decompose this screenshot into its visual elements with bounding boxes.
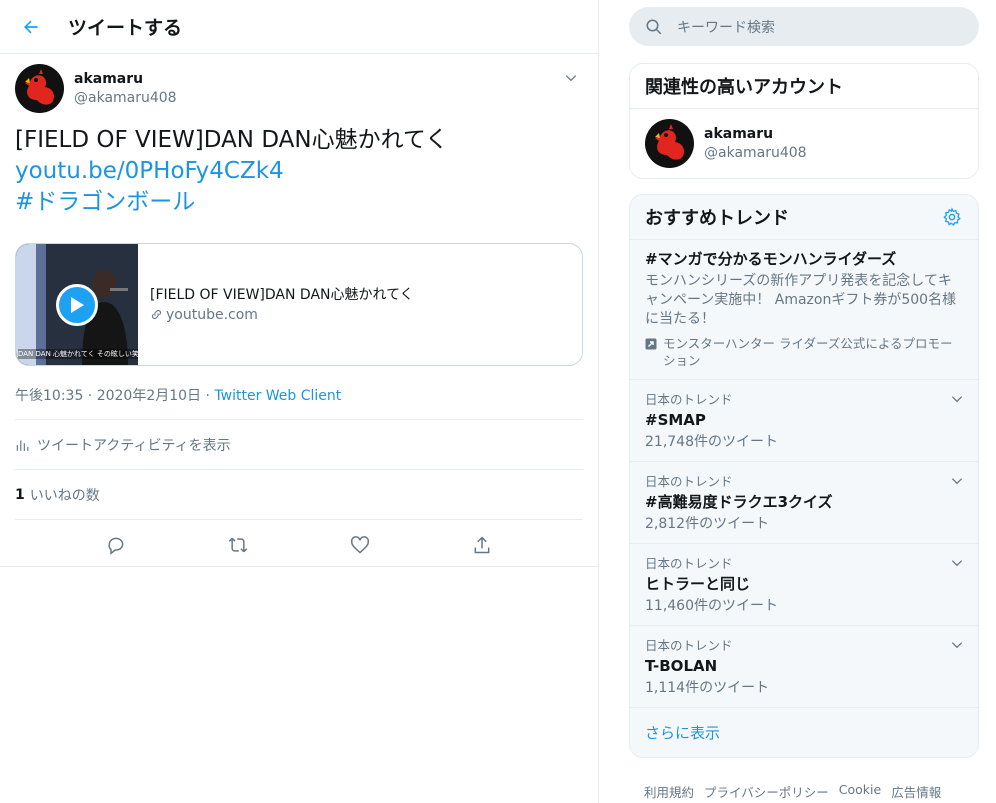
gear-icon	[943, 207, 961, 226]
chevron-down-icon[interactable]	[950, 556, 964, 570]
thumbnail-caption: DAN DAN 心魅かれてく その眩しい笑顔に	[18, 349, 138, 359]
like-button[interactable]	[341, 526, 379, 564]
trend-item[interactable]: 日本のトレンド #高難易度ドラクエ3クイズ 2,812件のツイート	[630, 462, 978, 544]
activity-label: ツイートアクティビティを表示	[37, 437, 231, 454]
tweet: akamaru @akamaru408 [FIELD OF VIEW]DAN D…	[0, 54, 598, 570]
meta-separator: ·	[205, 388, 210, 404]
trend-item[interactable]: 日本のトレンド ヒトラーと同じ 11,460件のツイート	[630, 544, 978, 626]
chevron-down-icon[interactable]	[950, 638, 964, 652]
more-options-button[interactable]	[561, 68, 581, 88]
trend-item[interactable]: 日本のトレンド #SMAP 21,748件のツイート	[630, 380, 978, 462]
main-column: ツイートする akamaru @akamaru408 [FIELD OF VIE…	[0, 0, 599, 803]
tweet-meta: 午後10:35 · 2020年2月10日 · Twitter Web Clien…	[15, 385, 583, 420]
promoted-by: モンスターハンター ライダーズ公式によるプロモーション	[645, 335, 963, 369]
likes-summary[interactable]: 1 いいねの数	[15, 470, 583, 520]
promoted-icon	[645, 338, 657, 350]
share-button[interactable]	[463, 526, 501, 564]
chevron-down-icon	[565, 75, 577, 82]
footer-link-ads[interactable]: 広告情報	[891, 782, 941, 801]
reply-button[interactable]	[97, 526, 135, 564]
display-name[interactable]: akamaru	[74, 70, 177, 89]
trend-name: T-BOLAN	[645, 657, 718, 675]
bar-chart-icon	[16, 439, 29, 451]
video-thumbnail[interactable]: DAN DAN 心魅かれてく その眩しい笑顔に	[16, 244, 138, 365]
trend-context: 日本のトレンド	[645, 474, 733, 489]
tweet-actions	[15, 520, 583, 570]
play-button[interactable]	[56, 284, 98, 326]
tweet-source[interactable]: Twitter Web Client	[214, 388, 341, 404]
promoted-trend[interactable]: #マンガで分かるモンハンライダーズ モンハンシリーズの新作アプリ発表を記念してキ…	[630, 240, 978, 380]
show-more-link[interactable]: さらに表示	[630, 708, 978, 757]
trend-name: ヒトラーと同じ	[645, 575, 751, 593]
back-button[interactable]	[12, 8, 50, 46]
likes-label: いいねの数	[29, 487, 100, 504]
trend-count: 2,812件のツイート	[645, 516, 770, 532]
search-placeholder: キーワード検索	[677, 19, 775, 36]
page-header: ツイートする	[0, 0, 598, 54]
play-icon	[71, 297, 84, 313]
trend-count: 1,114件のツイート	[645, 680, 770, 696]
chevron-down-icon[interactable]	[950, 392, 964, 406]
page-title: ツイートする	[68, 17, 183, 39]
card-domain: youtube.com	[150, 305, 414, 325]
tweet-text: [FIELD OF VIEW]DAN DAN心魅かれてく youtu.be/0P…	[15, 125, 583, 218]
trend-name: #高難易度ドラクエ3クイズ	[645, 493, 833, 511]
search-icon	[646, 19, 662, 34]
trends-header: おすすめトレンド	[630, 195, 978, 240]
tweet-text-line: [FIELD OF VIEW]DAN DAN心魅かれてく	[15, 127, 449, 153]
heart-icon	[350, 536, 370, 554]
trend-count: 21,748件のツイート	[645, 434, 778, 450]
promoted-by-text: モンスターハンター ライダーズ公式によるプロモーション	[663, 336, 953, 368]
avatar[interactable]	[15, 64, 64, 113]
reply-icon	[108, 537, 124, 555]
link-icon	[151, 309, 162, 320]
footer-link-cookie[interactable]: Cookie	[839, 782, 881, 801]
search-input[interactable]: キーワード検索	[629, 7, 979, 46]
related-names: akamaru @akamaru408	[704, 125, 807, 163]
tweet-link[interactable]: youtu.be/0PHoFy4CZk4	[15, 156, 583, 187]
trend-context: 日本のトレンド	[645, 392, 733, 407]
divider	[0, 566, 599, 567]
trend-name: #SMAP	[645, 411, 706, 429]
trend-context: 日本のトレンド	[645, 556, 733, 571]
trends-panel: おすすめトレンド #マンガで分かるモンハンライダーズ モンハンシリーズの新作アプ…	[629, 194, 979, 758]
share-icon	[474, 536, 490, 554]
trend-item[interactable]: 日本のトレンド T-BOLAN 1,114件のツイート	[630, 626, 978, 708]
link-card[interactable]: DAN DAN 心魅かれてく その眩しい笑顔に [FIELD OF VIEW]D…	[15, 243, 583, 366]
trends-settings-button[interactable]	[941, 206, 963, 228]
footer-link-terms[interactable]: 利用規約	[644, 782, 694, 801]
likes-count: 1	[15, 486, 25, 503]
footer-links: 利用規約 プライバシーポリシー Cookie 広告情報	[629, 782, 979, 801]
related-accounts-title: 関連性の高いアカウント	[630, 64, 978, 109]
related-accounts-panel: 関連性の高いアカウント akamaru @akamaru408	[629, 63, 979, 179]
trend-context: 日本のトレンド	[645, 638, 733, 653]
related-account[interactable]: akamaru @akamaru408	[630, 109, 978, 178]
sidebar: キーワード検索 関連性の高いアカウント akamaru @akamaru408 …	[629, 0, 979, 801]
tweet-timestamp[interactable]: 午後10:35 · 2020年2月10日	[15, 388, 201, 404]
card-title: [FIELD OF VIEW]DAN DAN心魅かれてく	[150, 286, 414, 303]
related-handle[interactable]: @akamaru408	[704, 144, 807, 163]
related-display-name[interactable]: akamaru	[704, 125, 807, 144]
red-bird-avatar-icon	[645, 119, 694, 168]
author-names[interactable]: akamaru @akamaru408	[74, 70, 177, 108]
red-bird-avatar-icon	[15, 64, 64, 113]
tweet-hashtag[interactable]: #ドラゴンボール	[15, 187, 583, 218]
trends-title: おすすめトレンド	[645, 208, 789, 229]
arrow-left-icon	[24, 20, 38, 33]
trend-count: 11,460件のツイート	[645, 598, 778, 614]
chevron-down-icon[interactable]	[950, 474, 964, 488]
card-body: [FIELD OF VIEW]DAN DAN心魅かれてく youtube.com	[138, 244, 414, 365]
tweet-author: akamaru @akamaru408	[15, 54, 583, 113]
retweet-icon	[228, 537, 248, 553]
tweet-activity-link[interactable]: ツイートアクティビティを表示	[15, 420, 583, 470]
footer-link-privacy[interactable]: プライバシーポリシー	[704, 782, 829, 801]
related-avatar[interactable]	[645, 119, 694, 168]
retweet-button[interactable]	[219, 526, 257, 564]
handle[interactable]: @akamaru408	[74, 89, 177, 108]
promoted-trend-description: モンハンシリーズの新作アプリ発表を記念してキャンペーン実施中！ Amazonギフ…	[645, 273, 957, 327]
card-domain-text: youtube.com	[166, 306, 258, 323]
promoted-trend-name: #マンガで分かるモンハンライダーズ	[645, 250, 897, 268]
